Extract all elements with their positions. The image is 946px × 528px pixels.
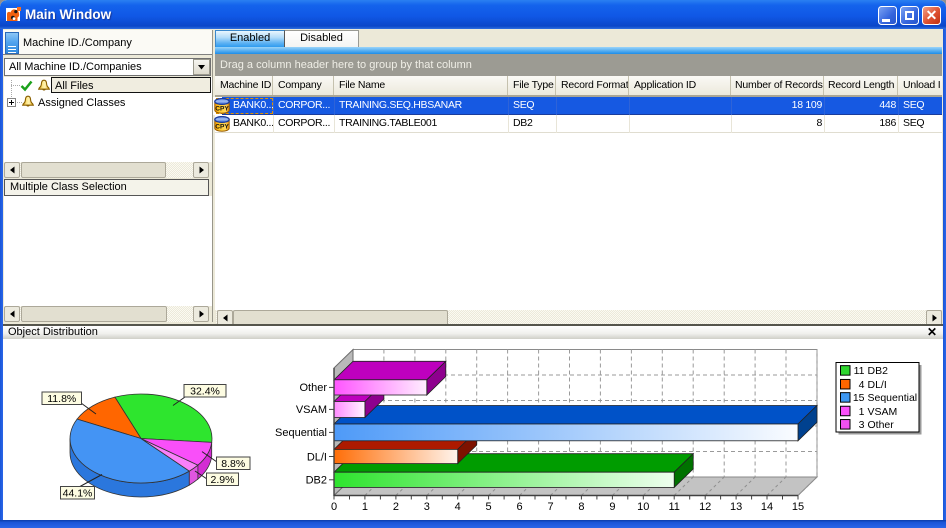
svg-text:0: 0 xyxy=(331,501,337,513)
svg-text:44.1%: 44.1% xyxy=(63,487,93,499)
svg-text:8: 8 xyxy=(578,501,584,513)
svg-text:5: 5 xyxy=(486,501,492,513)
svg-text:15: 15 xyxy=(853,392,865,404)
svg-text:1: 1 xyxy=(859,406,865,418)
svg-text:6: 6 xyxy=(517,501,523,513)
svg-text:11.8%: 11.8% xyxy=(47,393,76,405)
svg-text:CPY: CPY xyxy=(215,106,229,113)
svg-text:Sequential: Sequential xyxy=(275,427,327,439)
svg-text:Sequential: Sequential xyxy=(868,392,918,404)
svg-text:13: 13 xyxy=(730,501,742,513)
svg-text:2: 2 xyxy=(393,501,399,513)
svg-text:Other: Other xyxy=(868,419,895,431)
svg-text:10: 10 xyxy=(637,501,649,513)
svg-text:3: 3 xyxy=(424,501,430,513)
svg-text:7: 7 xyxy=(547,501,553,513)
svg-text:4: 4 xyxy=(859,379,865,391)
svg-text:CPY: CPY xyxy=(215,124,229,131)
svg-text:4: 4 xyxy=(455,501,461,513)
svg-text:8.8%: 8.8% xyxy=(221,458,245,470)
svg-text:3: 3 xyxy=(859,419,865,431)
svg-text:DB2: DB2 xyxy=(868,365,889,377)
svg-text:DL/I: DL/I xyxy=(307,451,327,463)
svg-text:2.9%: 2.9% xyxy=(211,474,235,486)
svg-text:32.4%: 32.4% xyxy=(190,385,220,397)
svg-text:14: 14 xyxy=(761,501,773,513)
svg-text:VSAM: VSAM xyxy=(868,406,898,418)
svg-text:12: 12 xyxy=(699,501,711,513)
svg-text:11: 11 xyxy=(854,365,865,377)
svg-text:1: 1 xyxy=(362,501,368,513)
svg-text:VSAM: VSAM xyxy=(296,404,327,416)
svg-text:Other: Other xyxy=(299,382,327,394)
svg-text:DL/I: DL/I xyxy=(868,379,887,391)
svg-text:9: 9 xyxy=(609,501,615,513)
svg-text:15: 15 xyxy=(792,501,804,513)
svg-text:11: 11 xyxy=(668,501,679,513)
svg-text:DB2: DB2 xyxy=(306,475,327,487)
